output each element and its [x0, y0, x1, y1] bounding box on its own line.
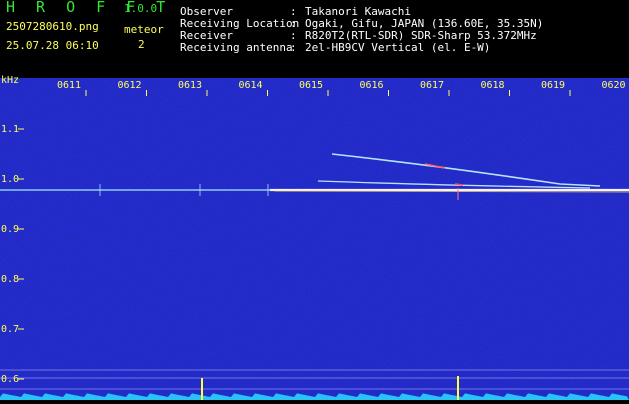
x-tick-label: 0613 [178, 80, 203, 91]
antenna-value: 2el-HB9CV Vertical (el. E-W) [305, 41, 491, 54]
y-unit-label: kHz [1, 75, 20, 86]
x-tick-label: 0618 [480, 80, 505, 91]
header-panel: H R O F F T 1.0.0 2507280610.png meteor … [0, 0, 629, 78]
meteor-hot-spot [454, 183, 464, 186]
y-tick-label: 1.0 [1, 174, 20, 185]
x-tick-label: 0614 [238, 80, 263, 91]
x-tick-label: 0619 [541, 80, 566, 91]
x-tick-label: 0611 [57, 80, 82, 91]
y-tick-label: 1.1 [1, 124, 20, 135]
y-tick-label: 0.7 [1, 324, 20, 335]
spectrogram-plot: kHz 0611 0612 0613 0614 0615 0616 0617 0618 0619… [0, 75, 629, 400]
date-time: 25.07.28 06:10 [6, 39, 99, 52]
event-count: 2 [138, 38, 145, 51]
y-tick-label: 0.8 [1, 274, 20, 285]
event-label: meteor [124, 23, 164, 36]
file-name: 2507280610.png [6, 20, 99, 33]
antenna-colon: : [290, 41, 297, 54]
x-tick-label: 0617 [420, 80, 445, 91]
app-version: 1.0.0 [124, 2, 158, 15]
x-tick-label: 0620 [601, 80, 626, 91]
y-tick-label: 0.9 [1, 224, 20, 235]
x-tick-label: 0612 [117, 80, 142, 91]
noise-texture [0, 78, 629, 400]
antenna-label: Receiving antenna [180, 41, 293, 54]
y-tick-label: 0.6 [1, 374, 20, 385]
spectrogram-image [0, 78, 629, 400]
x-tick-label: 0616 [359, 80, 384, 91]
x-tick-label: 0615 [299, 80, 324, 91]
